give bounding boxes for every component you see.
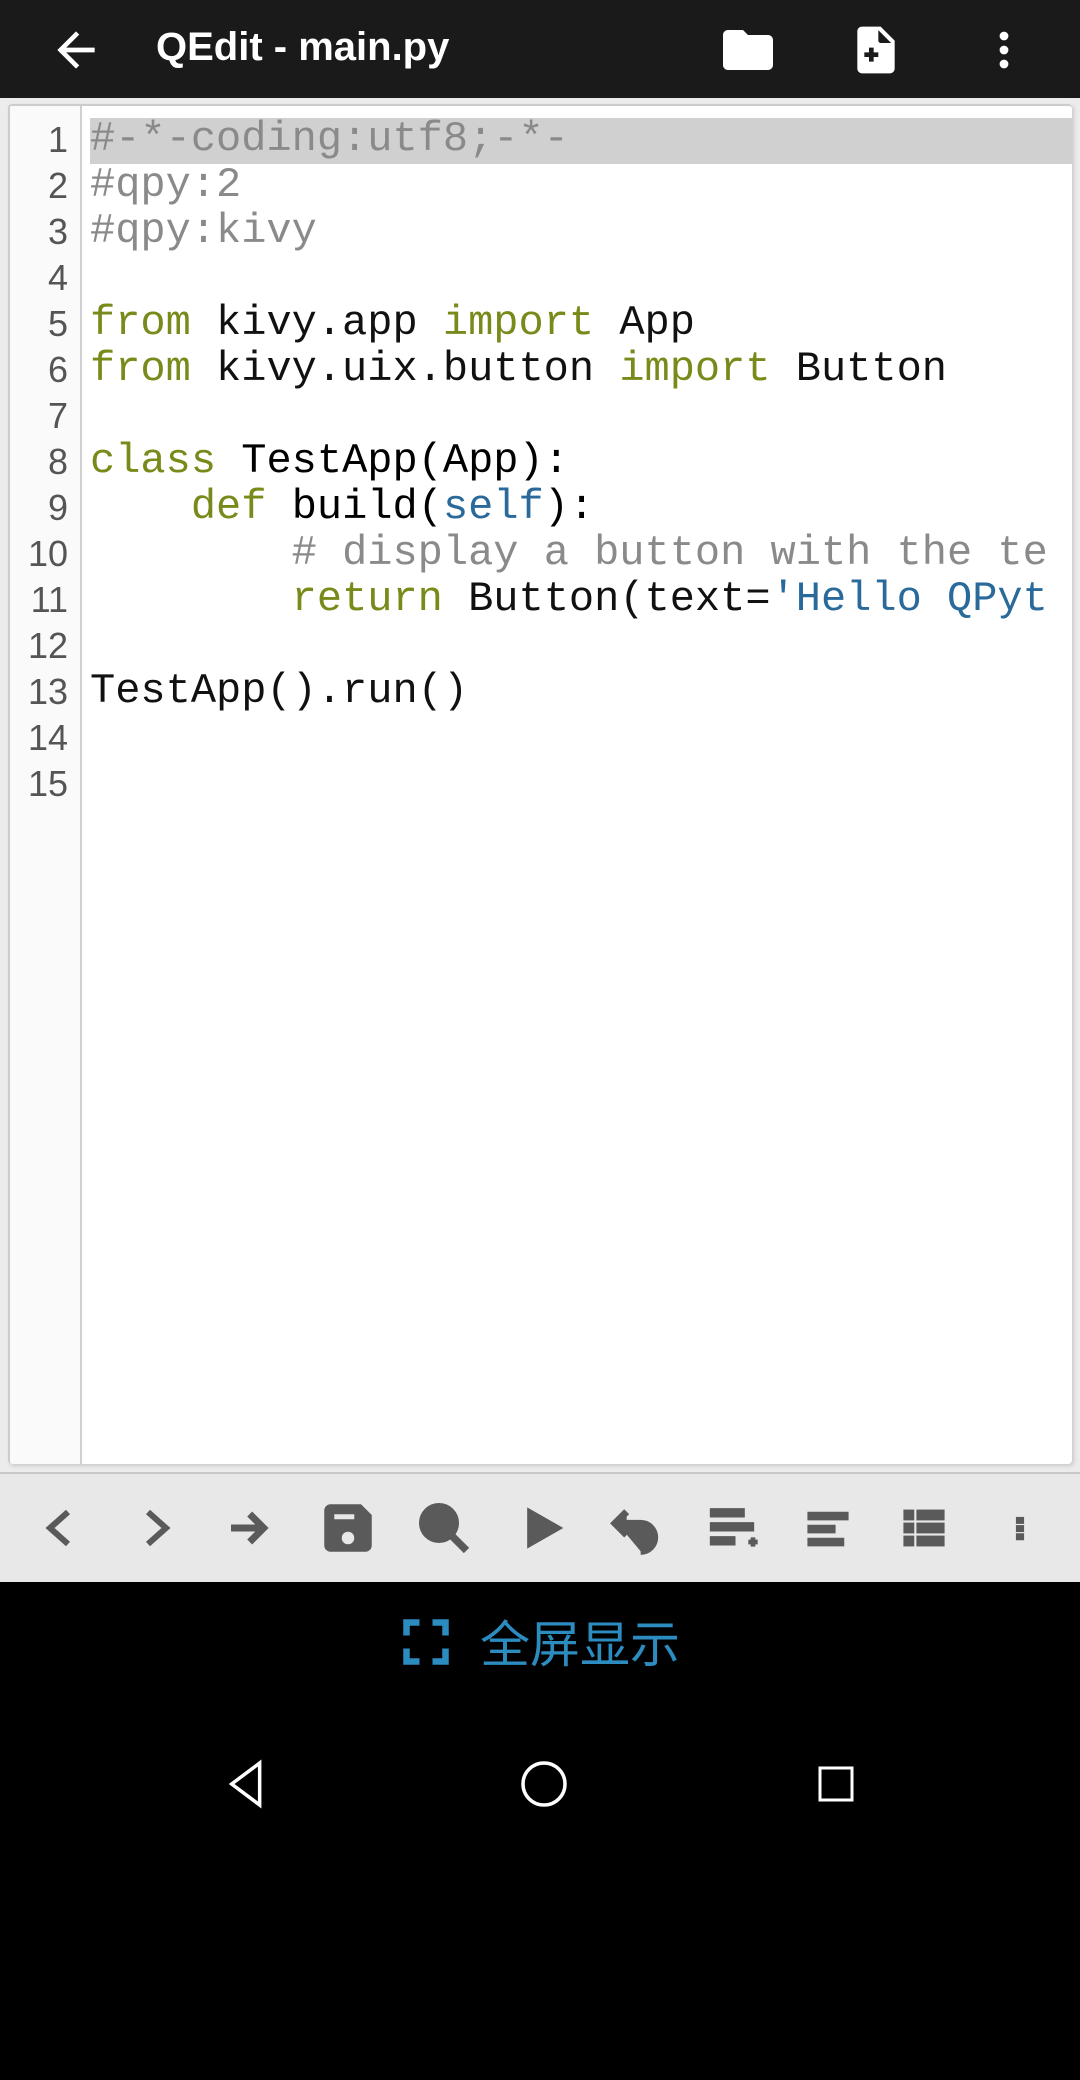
app-title: QEdit - main.py — [140, 26, 684, 72]
line-number: 3 — [10, 210, 68, 256]
code-area[interactable]: #-*-coding:utf8;-*-#qpy:2#qpy:kivy from … — [82, 106, 1072, 1464]
code-line[interactable]: #-*-coding:utf8;-*- — [90, 118, 1072, 164]
code-line[interactable]: TestApp().run() — [90, 670, 1072, 716]
line-number: 10 — [10, 532, 68, 578]
line-number: 7 — [10, 394, 68, 440]
editor-frame: 123456789101112131415 #-*-coding:utf8;-*… — [0, 98, 1080, 1472]
indent-button[interactable] — [204, 1473, 300, 1583]
line-number: 14 — [10, 716, 68, 762]
fullscreen-label: 全屏显示 — [480, 1606, 680, 1678]
back-button[interactable] — [32, 5, 120, 93]
app-toolbar: QEdit - main.py — [0, 0, 1080, 98]
prev-button[interactable] — [12, 1473, 108, 1583]
line-number: 12 — [10, 624, 68, 670]
code-line[interactable] — [90, 394, 1072, 440]
code-editor[interactable]: 123456789101112131415 #-*-coding:utf8;-*… — [8, 104, 1072, 1464]
save-button[interactable] — [300, 1473, 396, 1583]
format-button[interactable] — [780, 1473, 876, 1583]
run-button[interactable] — [492, 1473, 588, 1583]
code-line[interactable] — [90, 762, 1072, 808]
line-number: 1 — [10, 118, 68, 164]
line-number: 2 — [10, 164, 68, 210]
nav-recent-button[interactable] — [812, 1759, 860, 1817]
fullscreen-bar[interactable]: 全屏显示 — [0, 1582, 1080, 1702]
code-line[interactable]: from kivy.app import App — [90, 302, 1072, 348]
code-line[interactable] — [90, 624, 1072, 670]
system-nav-bar — [0, 1702, 1080, 1874]
snippet-button[interactable] — [684, 1473, 780, 1583]
list-button[interactable] — [876, 1473, 972, 1583]
code-line[interactable]: # display a button with the te — [90, 532, 1072, 578]
folder-open-button[interactable] — [704, 5, 792, 93]
code-line[interactable] — [90, 256, 1072, 302]
code-line[interactable]: #qpy:2 — [90, 164, 1072, 210]
line-number: 4 — [10, 256, 68, 302]
code-line[interactable]: return Button(text='Hello QPyt — [90, 578, 1072, 624]
code-line[interactable]: from kivy.uix.button import Button — [90, 348, 1072, 394]
line-number: 11 — [10, 578, 68, 624]
line-number-gutter: 123456789101112131415 — [10, 106, 82, 1464]
code-line[interactable]: #qpy:kivy — [90, 210, 1072, 256]
nav-back-button[interactable] — [220, 1755, 276, 1821]
search-button[interactable] — [396, 1473, 492, 1583]
next-button[interactable] — [108, 1473, 204, 1583]
line-number: 5 — [10, 302, 68, 348]
line-number: 9 — [10, 486, 68, 532]
more-button[interactable] — [972, 1473, 1068, 1583]
code-line[interactable] — [90, 716, 1072, 762]
code-line[interactable]: def build(self): — [90, 486, 1072, 532]
undo-button[interactable] — [588, 1473, 684, 1583]
line-number: 13 — [10, 670, 68, 716]
line-number: 6 — [10, 348, 68, 394]
overflow-menu-button[interactable] — [960, 5, 1048, 93]
new-file-button[interactable] — [832, 5, 920, 93]
nav-home-button[interactable] — [516, 1755, 572, 1821]
line-number: 15 — [10, 762, 68, 808]
line-number: 8 — [10, 440, 68, 486]
bottom-toolbar — [0, 1472, 1080, 1582]
expand-icon — [400, 1616, 452, 1668]
code-line[interactable]: class TestApp(App): — [90, 440, 1072, 486]
